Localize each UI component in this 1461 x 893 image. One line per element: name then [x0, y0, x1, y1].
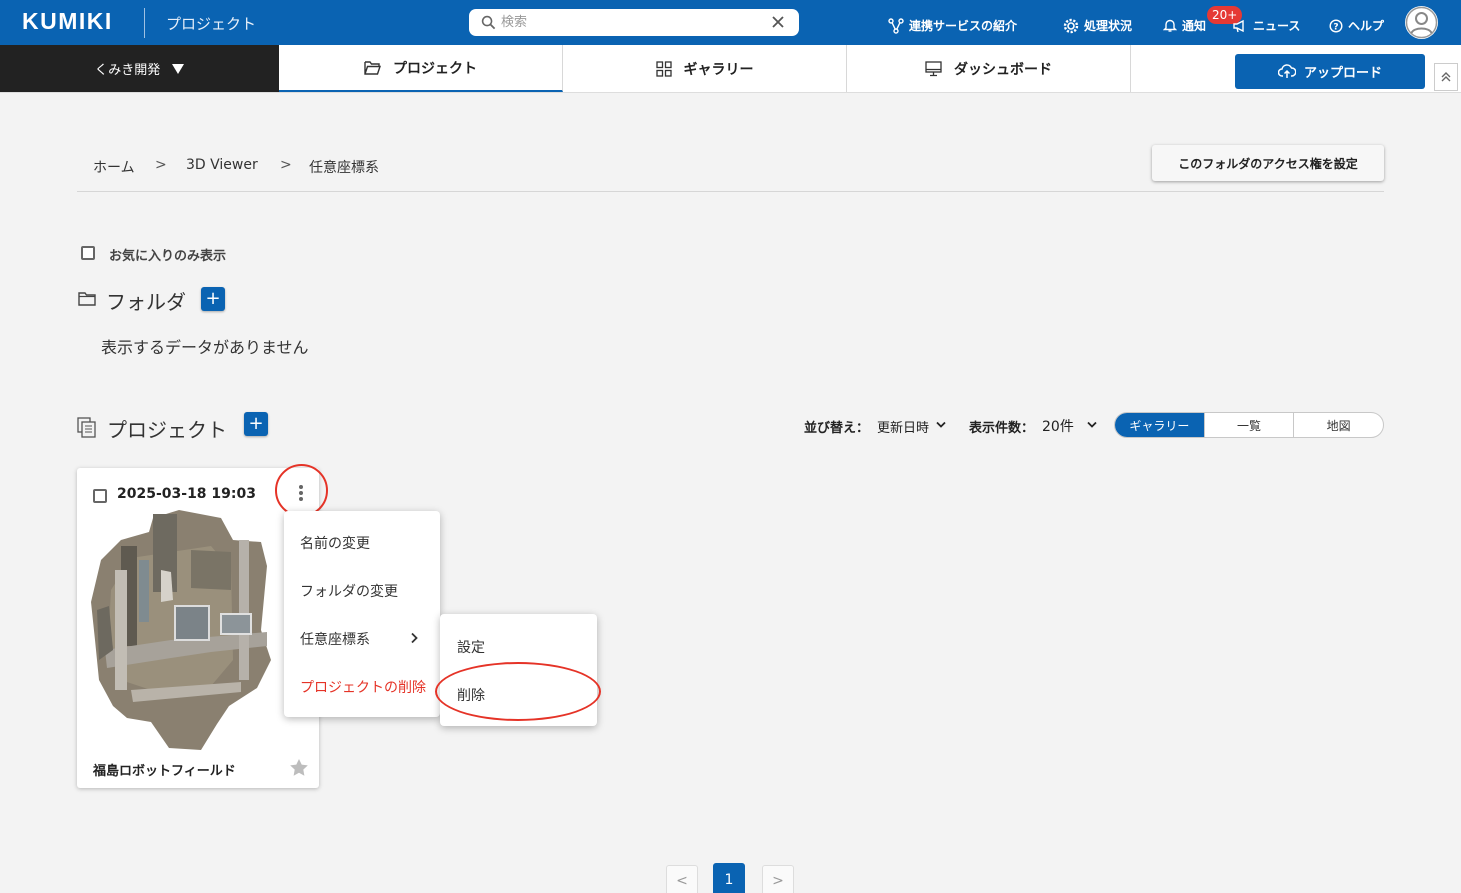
- search-input[interactable]: [501, 12, 761, 32]
- search-icon: [481, 15, 496, 30]
- project-section-title: プロジェクト: [107, 418, 227, 442]
- folder-section-title: フォルダ: [106, 290, 186, 314]
- breadcrumb-separator: >: [155, 157, 167, 173]
- folder-icon: [78, 291, 96, 306]
- services-label: 連携サービスの紹介: [909, 19, 1018, 33]
- caret-down-icon: [172, 63, 185, 74]
- highlight-circle-more: [275, 464, 328, 517]
- add-folder-button[interactable]: +: [201, 287, 225, 311]
- highlight-circle-delete: [435, 662, 601, 721]
- breadcrumb-home[interactable]: ホーム: [93, 157, 135, 177]
- favorites-only-checkbox[interactable]: [81, 246, 95, 260]
- svg-text:?: ?: [1333, 22, 1338, 32]
- project-select-checkbox[interactable]: [93, 489, 107, 503]
- status-link[interactable]: 処理状況: [1063, 17, 1132, 34]
- app-header: KUMIKI プロジェクト 連携サービスの紹介 処理状況 通知 20+ ニュース: [0, 0, 1461, 45]
- project-thumbnail[interactable]: [91, 510, 271, 750]
- view-mode-toggle: ギャラリー 一覧 地図: [1114, 412, 1384, 438]
- breadcrumb-separator: >: [280, 157, 292, 173]
- search-box[interactable]: [469, 9, 799, 36]
- monitor-icon: [925, 60, 942, 77]
- favorites-only-label: お気に入りのみ表示: [109, 249, 227, 264]
- tab-gallery[interactable]: ギャラリー: [563, 45, 847, 92]
- tab-projects[interactable]: プロジェクト: [279, 45, 563, 92]
- folder-empty-message: 表示するデータがありません: [101, 338, 309, 357]
- menu-item-rename[interactable]: 名前の変更: [300, 533, 370, 553]
- help-icon: ?: [1329, 18, 1343, 33]
- add-project-button[interactable]: +: [244, 412, 268, 436]
- breadcrumb-3d-viewer[interactable]: 3D Viewer: [186, 157, 258, 173]
- services-link[interactable]: 連携サービスの紹介: [888, 17, 1017, 34]
- count-chevron-down-icon[interactable]: [1087, 421, 1097, 429]
- sort-label: 並び替え：: [804, 421, 870, 436]
- chevron-right-icon: [410, 632, 418, 644]
- app-title: プロジェクト: [166, 15, 257, 33]
- user-avatar[interactable]: [1405, 6, 1438, 39]
- breadcrumb-divider: [77, 191, 1384, 192]
- tab-dashboard-label: ダッシュボード: [954, 61, 1052, 78]
- cloud-upload-icon: [1277, 64, 1296, 79]
- upload-label: アップロード: [1303, 66, 1382, 81]
- pagination-prev[interactable]: <: [666, 865, 698, 893]
- double-chevron-up-icon: [1441, 72, 1451, 82]
- notify-link[interactable]: 通知: [1163, 17, 1206, 34]
- tab-gallery-label: ギャラリー: [683, 61, 754, 78]
- collapse-header-button[interactable]: [1434, 63, 1458, 91]
- project-date: 2025-03-18 19:03: [117, 486, 256, 502]
- folder-open-icon: [364, 60, 381, 75]
- pagination-page-current[interactable]: 1: [713, 863, 745, 893]
- breadcrumb-current: 任意座標系: [309, 160, 379, 176]
- team-selector[interactable]: くみき開発: [0, 45, 279, 92]
- project-name: 福島ロボットフィールド: [93, 764, 236, 779]
- megaphone-icon: [1233, 19, 1248, 33]
- app-logo[interactable]: KUMIKI: [22, 8, 113, 35]
- team-name: くみき開発: [94, 63, 161, 78]
- pagination-next[interactable]: >: [762, 865, 794, 893]
- submenu-item-settings[interactable]: 設定: [457, 637, 485, 657]
- sort-value: 更新日時: [877, 421, 930, 436]
- menu-item-coordinate-system[interactable]: 任意座標系: [300, 629, 370, 649]
- header-divider: [144, 8, 145, 38]
- tab-projects-label: プロジェクト: [393, 60, 477, 77]
- help-label: ヘルプ: [1348, 19, 1385, 33]
- gear-icon: [1063, 18, 1079, 34]
- help-link[interactable]: ? ヘルプ: [1329, 17, 1384, 34]
- share-icon: [888, 17, 904, 34]
- bell-icon: [1163, 18, 1177, 33]
- count-select[interactable]: 20件: [1042, 416, 1074, 436]
- view-gallery-button[interactable]: ギャラリー: [1115, 413, 1204, 437]
- tab-dashboard[interactable]: ダッシュボード: [847, 45, 1131, 92]
- sort-select[interactable]: 更新日時: [877, 417, 929, 436]
- view-map-button[interactable]: 地図: [1293, 413, 1383, 437]
- news-label: ニュース: [1253, 19, 1301, 33]
- status-label: 処理状況: [1084, 19, 1133, 33]
- favorite-star-icon[interactable]: [289, 758, 309, 777]
- news-link[interactable]: ニュース: [1233, 17, 1300, 34]
- grid-icon: [655, 60, 672, 77]
- menu-item-change-folder[interactable]: フォルダの変更: [300, 581, 398, 601]
- count-value: 20件: [1042, 419, 1074, 435]
- count-label: 表示件数：: [969, 421, 1035, 436]
- notify-label: 通知: [1182, 19, 1207, 33]
- menu-item-delete-project[interactable]: プロジェクトの削除: [300, 677, 426, 697]
- folder-access-button[interactable]: このフォルダのアクセス権を設定: [1152, 145, 1384, 181]
- view-list-button[interactable]: 一覧: [1203, 413, 1294, 437]
- clear-search-icon[interactable]: [771, 15, 785, 29]
- upload-button[interactable]: アップロード: [1235, 54, 1425, 89]
- sort-chevron-down-icon[interactable]: [936, 421, 946, 429]
- copy-stack-icon: [77, 417, 97, 438]
